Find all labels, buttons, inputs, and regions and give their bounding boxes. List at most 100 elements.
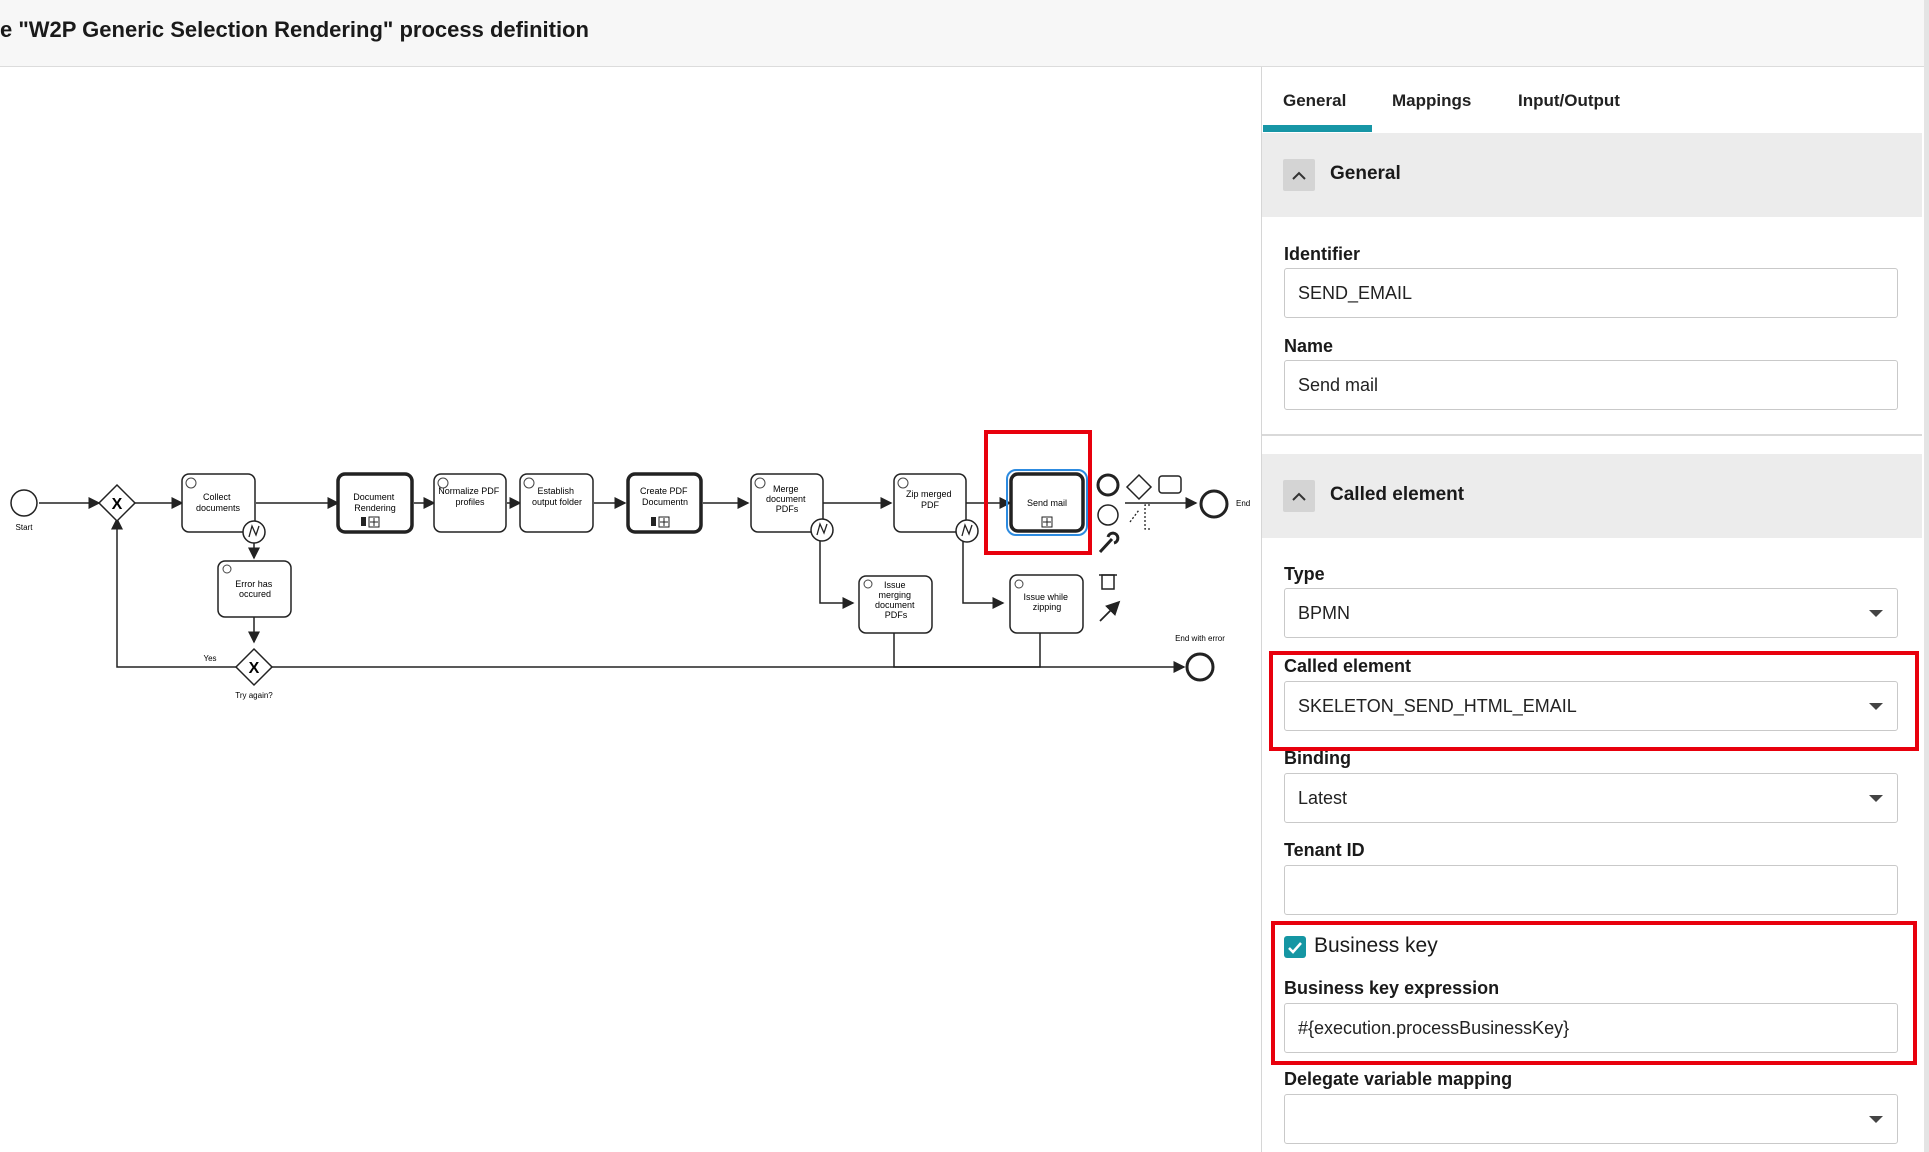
identifier-input[interactable]: SEND_EMAIL [1284,268,1898,318]
chevron-up-icon [1292,492,1306,501]
svg-text:Document Rendering: Document Rendering [353,492,397,513]
append-intermediate-event-icon[interactable] [1097,504,1119,526]
task-label: occured [239,589,271,599]
task-label: zipping [1033,602,1062,612]
tab-general[interactable]: General [1283,91,1346,111]
type-value: BPMN [1298,602,1351,623]
identifier-value: SEND_EMAIL [1298,282,1413,303]
svg-text:Establish output folde: Establish output folder [532,486,582,507]
svg-text:X: X [249,660,260,677]
name-input[interactable]: Send mail [1284,360,1898,410]
multi-instance-icon [651,517,656,526]
called-element-section-title: Called element [1330,484,1465,505]
start-label: Start [16,523,34,532]
append-end-event-icon[interactable] [1096,473,1120,497]
chevron-down-icon [1869,610,1883,617]
task-issue-merging[interactable]: Issue merging document PDFs [858,575,933,634]
page-title: e "W2P Generic Selection Rendering" proc… [0,17,589,42]
try-again-label: Try again? [235,691,273,700]
active-tab-indicator [1263,125,1372,132]
connect-arrow-icon[interactable] [1099,600,1121,622]
end-with-error-event[interactable] [1185,652,1215,682]
end-label: End [1236,499,1250,508]
collapse-called-element-button[interactable] [1283,480,1315,512]
multi-instance-icon [361,517,366,526]
task-label: PDF [921,500,940,510]
page-scrollbar[interactable] [1924,0,1929,1152]
end-with-error-label: End with error [1175,634,1225,643]
task-label: PDFs [885,610,908,620]
end-event[interactable] [1199,489,1229,519]
task-label: output folder [532,497,582,507]
task-zip-merged-pdf[interactable]: Zip merged PDF [893,473,979,543]
name-value: Send mail [1298,374,1379,395]
task-label: Create PDF [640,486,688,496]
bpmn-canvas[interactable]: Start X Collect documents Document Rende… [0,67,1261,1152]
task-error-has-occured[interactable]: Error has occured [217,560,292,618]
task-label: Zip merged [906,489,952,499]
task-label: Normalize PDF [438,486,500,496]
task-merge-document-pdfs[interactable]: Merge document PDFs [750,473,834,542]
task-issue-while-zipping[interactable]: Issue while zipping [1009,574,1084,634]
task-label: document [766,494,806,504]
task-label: Collect [203,492,231,502]
task-create-pdf-document[interactable]: Create PDF Documentn [626,472,703,534]
task-label: Establish [537,486,574,496]
tab-mappings[interactable]: Mappings [1392,91,1471,111]
tab-input-output[interactable]: Input/Output [1518,91,1620,111]
append-gateway-icon[interactable] [1125,473,1153,501]
try-again-gateway[interactable]: X [234,647,274,687]
general-section-title: General [1330,163,1401,184]
wrench-icon[interactable] [1098,531,1120,554]
start-event[interactable] [10,489,38,517]
properties-tabs: General Mappings Input/Output [1262,67,1922,134]
page-header: e "W2P Generic Selection Rendering" proc… [0,0,1929,67]
svg-text:Create PDF Documentn: Create PDF Documentn [640,486,690,507]
type-label: Type [1284,564,1325,584]
task-label: documents [196,503,241,513]
task-label: document [875,600,915,610]
chevron-down-icon [1869,1116,1883,1123]
task-label: Issue [884,580,906,590]
svg-text:Error has occured: Error has occured [235,579,275,599]
task-label: Documentn [642,497,688,507]
svg-text:X: X [112,496,123,513]
trash-icon[interactable] [1101,574,1115,590]
task-label: Error has [235,579,273,589]
context-pad[interactable] [1096,473,1182,622]
task-label: Rendering [354,503,396,513]
task-normalize-pdf[interactable]: Normalize PDF profiles [433,473,507,533]
task-label: profiles [455,497,485,507]
collapse-general-button[interactable] [1283,159,1315,191]
task-label: PDFs [776,504,799,514]
text-annotation-icon[interactable] [1129,504,1150,530]
task-label: merging [878,590,911,600]
task-label: Document [353,492,395,502]
delegate-variable-mapping-select[interactable] [1284,1094,1898,1144]
bpmn-diagram[interactable]: Start X Collect documents Document Rende… [0,67,1261,1152]
identifier-label: Identifier [1284,244,1361,264]
task-label: Merge [773,484,799,494]
binding-select[interactable]: Latest [1284,773,1898,823]
exclusive-gateway[interactable]: X [97,483,137,523]
properties-panel: General Mappings Input/Output General Id… [1261,67,1922,1152]
yes-label: Yes [203,654,216,663]
chevron-up-icon [1292,171,1306,180]
binding-value: Latest [1298,787,1348,808]
tenant-id-input[interactable] [1284,865,1898,915]
binding-label: Binding [1284,748,1351,768]
task-collect-documents[interactable]: Collect documents [181,473,266,544]
called-element-highlight [1269,651,1919,751]
tenant-id-label: Tenant ID [1284,840,1365,860]
task-document-rendering[interactable]: Document Rendering [336,472,414,534]
chevron-down-icon [1869,795,1883,802]
general-section-header[interactable]: General [1262,133,1922,217]
called-element-section-header[interactable]: Called element [1262,454,1922,538]
task-establish-output-folder[interactable]: Establish output folder [519,473,594,533]
section-divider [1262,434,1922,436]
type-select[interactable]: BPMN [1284,588,1898,638]
send-mail-highlight [984,430,1092,555]
name-label: Name [1284,336,1334,356]
delegate-variable-mapping-label: Delegate variable mapping [1284,1069,1513,1089]
append-task-icon[interactable] [1158,475,1182,494]
